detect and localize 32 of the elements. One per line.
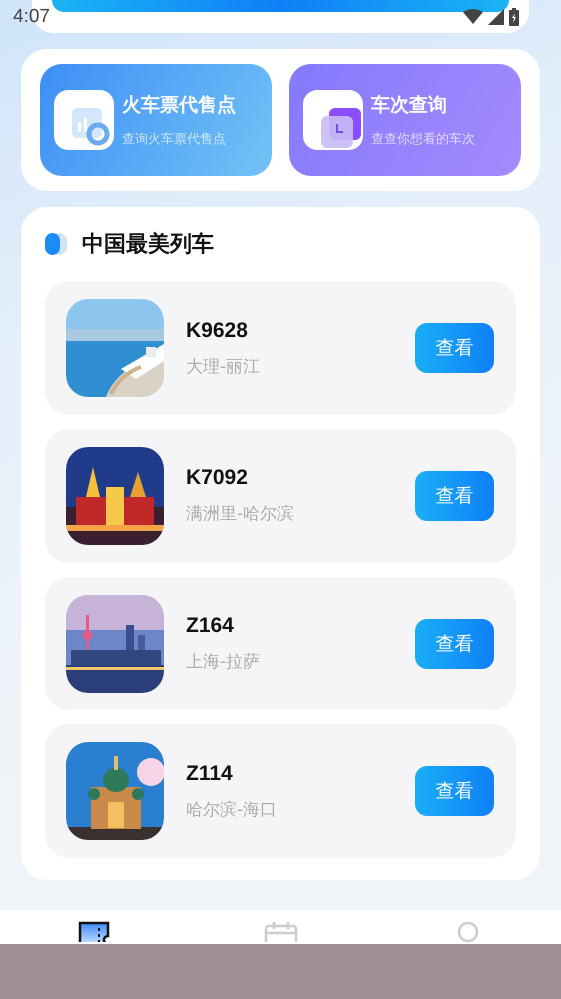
- train-number: Z114: [186, 762, 234, 786]
- view-button[interactable]: 查看: [415, 618, 494, 669]
- shortcut-title: 车次查询: [371, 92, 448, 118]
- shortcut-title: 火车票代售点: [122, 92, 236, 118]
- signal-icon: [488, 9, 504, 25]
- shortcut-subtitle: 查询火车票代售点: [122, 130, 227, 148]
- train-card[interactable]: K7092 满洲里-哈尔滨 查看: [45, 428, 516, 563]
- shortcut-tile[interactable]: 车次查询 查查你想看的车次: [289, 64, 521, 176]
- calendar-icon[interactable]: [264, 920, 298, 942]
- wifi-icon: [463, 9, 483, 25]
- train-route: 上海-拉萨: [186, 651, 262, 674]
- chart-icon: [54, 90, 114, 150]
- section-marker-icon: [45, 233, 67, 256]
- train-route: 哈尔滨-海口: [186, 798, 278, 821]
- train-route: 满洲里-哈尔滨: [186, 503, 296, 526]
- train-card[interactable]: Z164 上海-拉萨 查看: [45, 576, 516, 710]
- section-title: 中国最美列车: [82, 230, 214, 260]
- train-route: 大理-丽江: [186, 356, 262, 378]
- shortcut-tile[interactable]: 火车票代售点 查询火车票代售点: [40, 64, 272, 176]
- ticket-icon[interactable]: [76, 920, 110, 942]
- view-button[interactable]: 查看: [415, 470, 494, 521]
- shortcut-subtitle: 查查你想看的车次: [371, 130, 475, 148]
- status-time: 4:07: [13, 6, 50, 28]
- train-number: K9628: [186, 318, 249, 343]
- view-button[interactable]: 查看: [415, 766, 494, 816]
- train-card[interactable]: Z114 哈尔滨-海口 查看: [45, 724, 516, 858]
- battery-icon: [509, 8, 519, 26]
- view-button[interactable]: 查看: [415, 323, 494, 374]
- train-number: K7092: [186, 466, 249, 490]
- clock-icon: [303, 90, 363, 150]
- train-card[interactable]: K9628 大理-丽江 查看: [45, 281, 516, 415]
- train-number: Z164: [186, 614, 235, 638]
